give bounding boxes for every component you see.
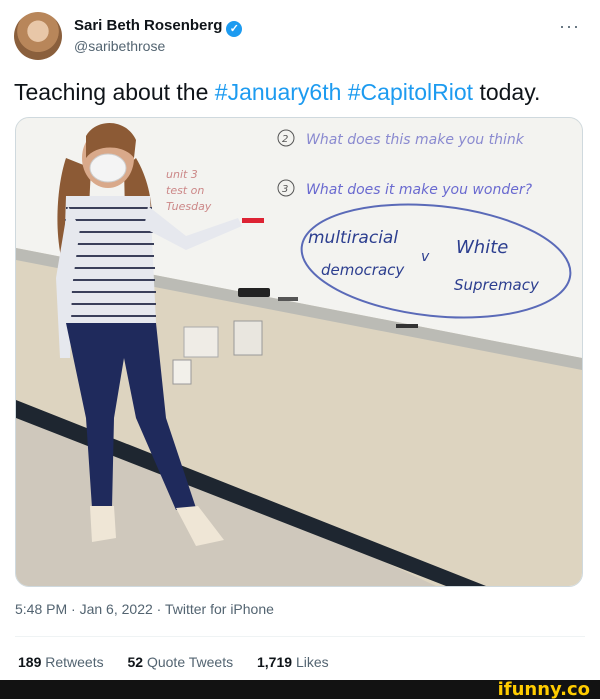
verified-badge-icon: ✓ — [226, 21, 243, 37]
marker — [396, 324, 418, 328]
author-handle[interactable]: @saribethrose — [74, 38, 165, 54]
quote-tweets-stat[interactable]: 52 Quote Tweets — [128, 654, 234, 670]
likes-stat[interactable]: 1,719 Likes — [257, 654, 329, 670]
tweet-time[interactable]: 5:48 PM — [15, 601, 67, 617]
wb-num-2: 2 — [282, 134, 288, 145]
wb-left-note-3: Tuesday — [166, 200, 212, 213]
quote-tweets-label: Quote Tweets — [146, 654, 234, 670]
eraser — [238, 288, 270, 297]
author-name[interactable]: Sari Beth Rosenberg ✓ — [74, 17, 243, 37]
outlet-box — [183, 326, 219, 358]
tweet-text-post: today. — [473, 79, 541, 105]
marker — [278, 297, 298, 301]
wall-socket — [172, 359, 192, 385]
tweet-stats: 189 Retweets 52 Quote Tweets 1,719 Likes — [18, 654, 349, 670]
quote-tweets-count: 52 — [127, 654, 144, 670]
tweet-text: Teaching about the #January6th #CapitolR… — [14, 76, 540, 108]
tweet-text-pre: Teaching about the — [14, 79, 215, 105]
face-mask — [89, 153, 127, 183]
wb-left-note-2: test on — [166, 184, 204, 197]
watermark-bar: ifunny.co — [0, 680, 600, 699]
divider — [15, 636, 585, 637]
avatar[interactable] — [14, 12, 62, 60]
author-name-text[interactable]: Sari Beth Rosenberg — [74, 17, 222, 34]
wb-num-3: 3 — [282, 184, 288, 195]
tweet-header: Sari Beth Rosenberg ✓ @saribethrose ··· — [14, 12, 586, 62]
wb-term-white: White — [456, 237, 508, 258]
more-options-icon[interactable]: ··· — [559, 16, 580, 37]
wb-question-3: What does it make you wonder? — [306, 182, 533, 198]
meta-separator: · — [152, 601, 165, 617]
wb-term-multiracial: multiracial — [308, 228, 398, 248]
wb-question-2: What does this make you think — [306, 132, 525, 148]
wb-left-note-1: unit 3 — [166, 168, 198, 181]
tweet-meta: 5:48 PM · Jan 6, 2022 · Twitter for iPho… — [15, 601, 274, 617]
wb-vs: v — [421, 249, 430, 265]
red-marker — [242, 218, 264, 223]
wb-term-democracy: democracy — [321, 261, 405, 279]
retweets-count: 189 — [18, 654, 42, 670]
ifunny-logo: ifunny.co — [497, 679, 590, 700]
tweet-source[interactable]: Twitter for iPhone — [165, 601, 274, 617]
thermostat — [233, 320, 263, 356]
tweet-date[interactable]: Jan 6, 2022 — [80, 601, 153, 617]
hashtag-january6th[interactable]: #January6th — [215, 79, 342, 105]
retweets-stat[interactable]: 189 Retweets — [18, 654, 104, 670]
left-boot — [90, 506, 116, 542]
classroom-photo: 2 What does this make you think 3 What d… — [16, 118, 582, 586]
meta-separator: · — [67, 601, 80, 617]
likes-count: 1,719 — [257, 654, 293, 670]
hashtag-capitolriot[interactable]: #CapitolRiot — [348, 79, 473, 105]
retweets-label: Retweets — [45, 654, 104, 670]
tweet-photo[interactable]: 2 What does this make you think 3 What d… — [15, 117, 583, 587]
wb-term-supremacy: Supremacy — [454, 276, 540, 294]
likes-label: Likes — [295, 654, 329, 670]
